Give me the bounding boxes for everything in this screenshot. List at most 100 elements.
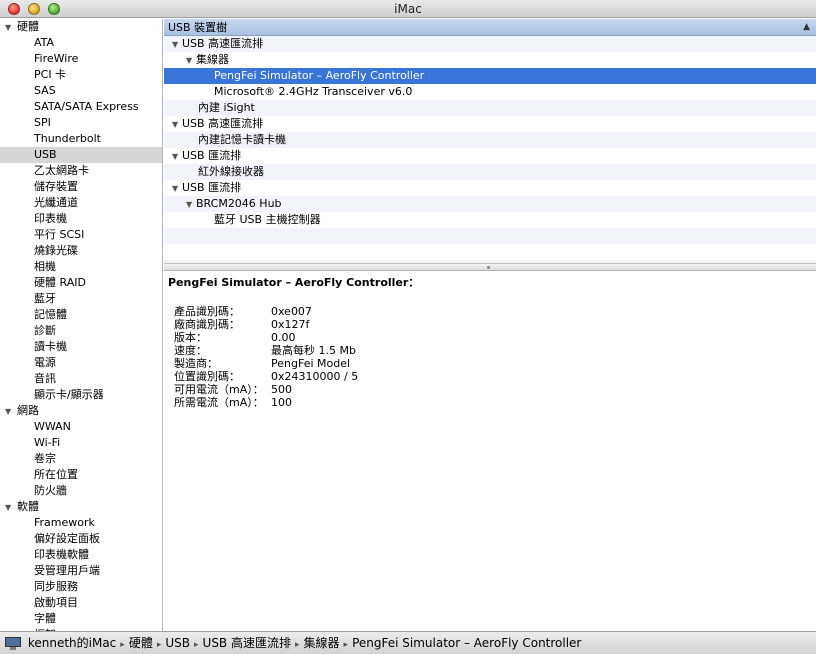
property-row: 廠商識別碼： 0x127f <box>168 318 812 331</box>
property-value: 500 <box>271 383 292 396</box>
disclosure-triangle-icon[interactable]: ▼ <box>186 197 196 213</box>
sidebar-group-header[interactable]: ▼ 網路 <box>0 403 162 419</box>
tree-row-label: 藍牙 USB 主機控制器 <box>214 213 321 226</box>
property-value: 0xe007 <box>271 305 312 318</box>
property-key: 位置識別碼： <box>174 370 240 383</box>
path-component[interactable]: USB <box>165 636 190 650</box>
sidebar-item[interactable]: 同步服務 <box>0 579 162 595</box>
tree-row[interactable]: ▼ USB 高速匯流排 <box>164 36 816 52</box>
path-component[interactable]: PengFei Simulator – AeroFly Controller <box>352 636 581 650</box>
path-component[interactable]: kenneth的iMac <box>28 636 116 650</box>
tree-row-label: 紅外線接收器 <box>198 165 264 178</box>
sidebar-item[interactable]: 受管理用戶端 <box>0 563 162 579</box>
sidebar-item[interactable]: 音訊 <box>0 371 162 387</box>
path-component[interactable]: USB 高速匯流排 <box>203 636 291 650</box>
tree-row-label: PengFei Simulator – AeroFly Controller <box>214 69 425 82</box>
sidebar-item[interactable]: 防火牆 <box>0 483 162 499</box>
tree-row[interactable]: ▼ USB 高速匯流排 <box>164 116 816 132</box>
path-bar: kenneth的iMac ▸ 硬體 ▸ USB ▸ USB 高速匯流排 ▸ 集線器 ▸ PengFe… <box>0 631 816 654</box>
sidebar-item[interactable]: 光纖通道 <box>0 195 162 211</box>
sidebar-item[interactable]: 儲存裝置 <box>0 179 162 195</box>
sidebar-group-header[interactable]: ▼ 硬體 <box>0 19 162 35</box>
tree-row[interactable]: Microsoft® 2.4GHz Transceiver v6.0 <box>164 84 816 100</box>
sidebar-item[interactable]: Thunderbolt <box>0 131 162 147</box>
sidebar-item[interactable]: 記憶體 <box>0 307 162 323</box>
tree-row[interactable]: PengFei Simulator – AeroFly Controller <box>164 68 816 84</box>
tree-row-label: BRCM2046 Hub <box>196 197 282 210</box>
tree-row[interactable] <box>164 228 816 244</box>
tree-row[interactable]: 內建記憶卡讀卡機 <box>164 132 816 148</box>
sidebar-item[interactable]: 字體 <box>0 611 162 627</box>
disclosure-triangle-icon[interactable]: ▼ <box>5 404 17 420</box>
disclosure-triangle-icon[interactable]: ▼ <box>172 181 182 197</box>
tree-row-label: Microsoft® 2.4GHz Transceiver v6.0 <box>214 85 413 98</box>
sidebar-item[interactable]: FireWire <box>0 51 162 67</box>
property-list: 產品識別碼： 0xe007 廠商識別碼： 0x127f 版本： 0.00 速度： 最高每秒 … <box>168 305 812 409</box>
title-bar: iMac <box>0 0 816 18</box>
sidebar-item[interactable]: 診斷 <box>0 323 162 339</box>
property-key: 廠商識別碼： <box>174 318 240 331</box>
pane-splitter[interactable] <box>164 263 816 271</box>
sidebar-item[interactable]: 藍牙 <box>0 291 162 307</box>
tree-row-label: USB 高速匯流排 <box>182 37 264 50</box>
sidebar-item[interactable]: 卷宗 <box>0 451 162 467</box>
sidebar-group-label: 硬體 <box>17 20 39 33</box>
tree-row[interactable]: ▼ USB 匯流排 <box>164 148 816 164</box>
path-component[interactable]: 集線器 <box>304 636 340 650</box>
disclosure-triangle-icon[interactable]: ▼ <box>172 117 182 133</box>
sidebar-item[interactable]: SPI <box>0 115 162 131</box>
property-row: 可用電流（mA）： 500 <box>168 383 812 396</box>
usb-device-tree: USB 裝置樹 ▲ ▼ USB 高速匯流排 ▼ 集線器 PengFei Simulato… <box>164 19 816 263</box>
tree-column-header[interactable]: USB 裝置樹 ▲ <box>164 19 816 36</box>
sidebar-item[interactable]: Wi-Fi <box>0 435 162 451</box>
tree-row-label: 內建記憶卡讀卡機 <box>198 133 286 146</box>
disclosure-triangle-icon[interactable]: ▼ <box>186 53 196 69</box>
property-row: 產品識別碼： 0xe007 <box>168 305 812 318</box>
tree-header-label: USB 裝置樹 <box>168 21 228 34</box>
sidebar-item[interactable]: 平行 SCSI <box>0 227 162 243</box>
sidebar-item[interactable]: 偏好設定面板 <box>0 531 162 547</box>
sidebar-item[interactable]: 印表機 <box>0 211 162 227</box>
splitter-handle-icon[interactable] <box>487 266 490 269</box>
sidebar-item[interactable]: 顯示卡/顯示器 <box>0 387 162 403</box>
disclosure-triangle-icon[interactable]: ▼ <box>172 37 182 53</box>
tree-row-label: USB 匯流排 <box>182 181 242 194</box>
sidebar-item[interactable]: SAS <box>0 83 162 99</box>
disclosure-triangle-icon[interactable]: ▼ <box>5 500 17 516</box>
property-row: 位置識別碼： 0x24310000 / 5 <box>168 370 812 383</box>
tree-row[interactable] <box>164 244 816 260</box>
disclosure-triangle-icon[interactable]: ▼ <box>172 149 182 165</box>
sidebar-item[interactable]: USB <box>0 147 162 163</box>
sidebar-item[interactable]: ATA <box>0 35 162 51</box>
tree-row[interactable]: ▼ BRCM2046 Hub <box>164 196 816 212</box>
property-key: 產品識別碼： <box>174 305 240 318</box>
tree-row-label: 集線器 <box>196 53 229 66</box>
sidebar-item[interactable]: 印表機軟體 <box>0 547 162 563</box>
tree-row-label: USB 高速匯流排 <box>182 117 264 130</box>
sidebar-group-label: 網路 <box>17 404 39 417</box>
sidebar-item[interactable]: 電源 <box>0 355 162 371</box>
sidebar-item[interactable]: WWAN <box>0 419 162 435</box>
path-component[interactable]: 硬體 <box>129 636 153 650</box>
tree-row[interactable]: 內建 iSight <box>164 100 816 116</box>
sidebar-item[interactable]: 相機 <box>0 259 162 275</box>
path-separator-icon: ▸ <box>120 640 125 650</box>
tree-row[interactable]: 藍牙 USB 主機控制器 <box>164 212 816 228</box>
sidebar-item[interactable]: 乙太網路卡 <box>0 163 162 179</box>
sidebar-item[interactable]: 讀卡機 <box>0 339 162 355</box>
sidebar-item[interactable]: Framework <box>0 515 162 531</box>
sidebar-item[interactable]: 所在位置 <box>0 467 162 483</box>
sort-ascending-icon[interactable]: ▲ <box>803 19 810 36</box>
sidebar-item[interactable]: PCI 卡 <box>0 67 162 83</box>
disclosure-triangle-icon[interactable]: ▼ <box>5 20 17 36</box>
tree-row[interactable]: ▼ 集線器 <box>164 52 816 68</box>
sidebar-item[interactable]: SATA/SATA Express <box>0 99 162 115</box>
path-separator-icon: ▸ <box>343 640 349 650</box>
tree-row[interactable]: ▼ USB 匯流排 <box>164 180 816 196</box>
tree-row[interactable]: 紅外線接收器 <box>164 164 816 180</box>
sidebar-item[interactable]: 燒錄光碟 <box>0 243 162 259</box>
property-value: 最高每秒 1.5 Mb <box>271 344 356 357</box>
sidebar-item[interactable]: 硬體 RAID <box>0 275 162 291</box>
sidebar-group-header[interactable]: ▼ 軟體 <box>0 499 162 515</box>
sidebar-item[interactable]: 啟動項目 <box>0 595 162 611</box>
